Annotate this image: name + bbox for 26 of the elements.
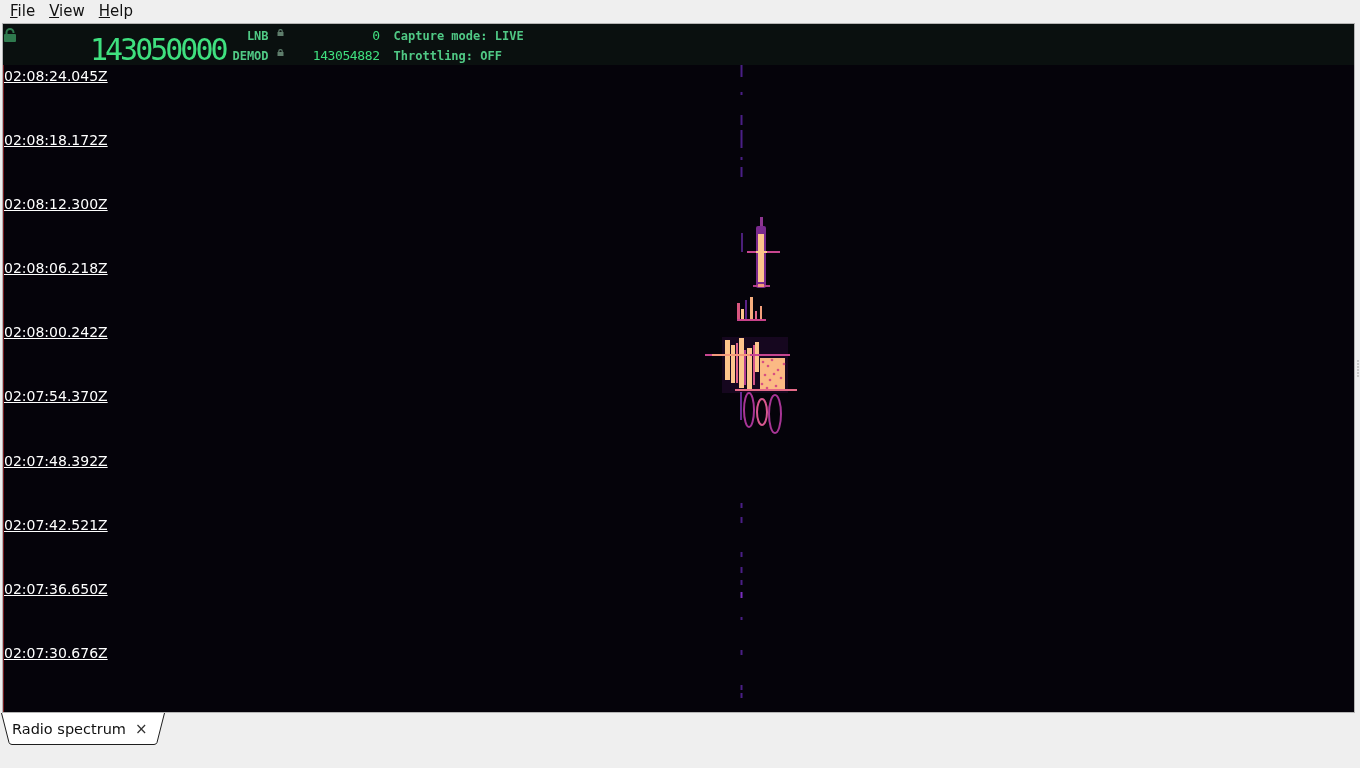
- padlock-icon: [276, 28, 284, 36]
- frequency-readout: 143050000: [90, 37, 226, 63]
- readout-value: 143054882: [312, 46, 380, 65]
- timestamp-label: 02:08:06.218Z: [4, 260, 108, 278]
- timestamp-label: 02:07:54.370Z: [4, 388, 108, 406]
- readout-label: LNB: [246, 27, 269, 45]
- close-button[interactable]: ×: [134, 721, 148, 737]
- readout-label: DEMOD: [232, 47, 269, 65]
- menu-item[interactable]: View: [42, 2, 92, 21]
- timestamp-label: 02:08:00.242Z: [4, 324, 108, 342]
- splitter-handle-icon[interactable]: [1356, 359, 1359, 377]
- padlock-icon: [276, 48, 284, 56]
- menu-item[interactable]: File: [3, 2, 43, 21]
- timestamp-label: 02:07:42.521Z: [4, 516, 108, 534]
- status-text: Throttling: OFF: [393, 47, 502, 65]
- status-text: Capture mode: LIVE: [393, 27, 524, 45]
- menu-item[interactable]: Help: [91, 2, 140, 21]
- readout-value: 0: [372, 26, 380, 45]
- timestamp-label: 02:08:18.172Z: [4, 132, 108, 150]
- timestamp-label: 02:08:12.300Z: [4, 196, 108, 214]
- padlock-icon: [4, 28, 16, 42]
- timestamp-label: 02:07:36.650Z: [4, 580, 108, 598]
- timestamp-label: 02:08:24.045Z: [4, 68, 108, 85]
- tab[interactable]: Radio spectrum ×: [1, 713, 165, 745]
- timestamp-label: 02:07:30.676Z: [4, 644, 108, 662]
- timestamp-label: 02:07:48.392Z: [4, 452, 108, 470]
